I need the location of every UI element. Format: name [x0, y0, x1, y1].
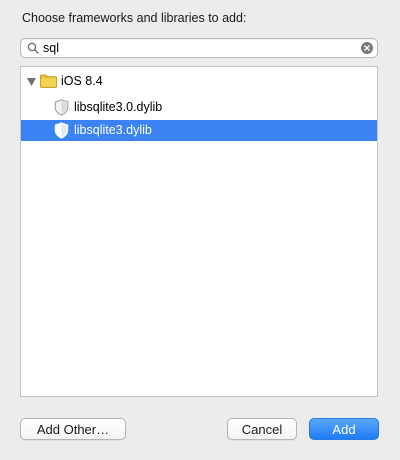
folder-icon: [40, 74, 57, 88]
clear-search-icon[interactable]: [361, 42, 373, 54]
tree-group-label: iOS 8.4: [61, 74, 103, 88]
tree-group-ios[interactable]: iOS 8.4: [21, 71, 377, 92]
library-shield-icon: [54, 122, 69, 139]
cancel-button[interactable]: Cancel: [227, 418, 297, 440]
search-icon: [27, 42, 39, 54]
list-item-label: libsqlite3.0.dylib: [74, 100, 163, 114]
add-other-button[interactable]: Add Other…: [20, 418, 126, 440]
list-item-libsqlite3-selected[interactable]: libsqlite3.dylib: [21, 120, 377, 141]
library-shield-icon: [54, 99, 69, 116]
add-button[interactable]: Add: [309, 418, 379, 440]
dialog-prompt: Choose frameworks and libraries to add:: [22, 11, 247, 25]
list-item-libsqlite3-0[interactable]: libsqlite3.0.dylib: [21, 97, 377, 118]
search-input[interactable]: [43, 40, 363, 56]
list-item-label: libsqlite3.dylib: [74, 123, 152, 137]
search-field[interactable]: [20, 38, 378, 58]
disclosure-triangle-icon[interactable]: [27, 78, 36, 86]
library-list[interactable]: iOS 8.4 libsqlite3.0.dylib libsqlite3.dy…: [20, 66, 378, 397]
